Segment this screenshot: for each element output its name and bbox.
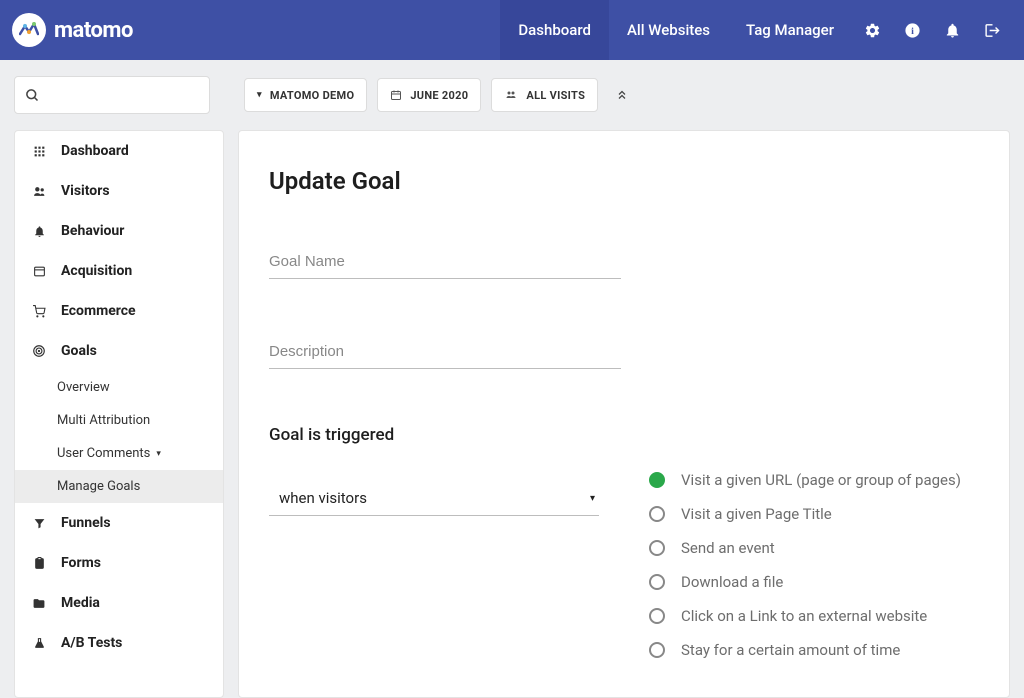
radio-icon [649, 642, 665, 658]
sidebar-label: Acquisition [61, 263, 132, 279]
sidebar-item-dashboard[interactable]: Dashboard [15, 131, 223, 171]
chevron-down-icon: ▾ [590, 493, 595, 504]
settings-icon[interactable] [852, 0, 892, 60]
logo-icon [12, 13, 46, 47]
main-content: Update Goal Goal is triggered when visit… [238, 130, 1010, 698]
logout-icon[interactable] [972, 0, 1012, 60]
sidebar-label: Ecommerce [61, 303, 136, 319]
radio-label: Visit a given Page Title [681, 505, 832, 523]
goal-name-field [269, 245, 621, 279]
sidebar-sub-multi-attribution[interactable]: Multi Attribution [15, 404, 223, 437]
sidebar-item-ecommerce[interactable]: Ecommerce [15, 291, 223, 331]
funnel-icon [31, 517, 47, 530]
sidebar-label: Media [61, 595, 100, 611]
browser-icon [31, 265, 47, 278]
radio-stay-time[interactable]: Stay for a certain amount of time [649, 641, 961, 659]
sidebar-item-visitors[interactable]: Visitors [15, 171, 223, 211]
sidebar-label: Funnels [61, 515, 111, 531]
radio-visit-url[interactable]: Visit a given URL (page or group of page… [649, 471, 961, 489]
target-icon [31, 344, 47, 358]
main-layout: Dashboard Visitors Behaviour Acquisition… [0, 130, 1024, 698]
trigger-dropdown[interactable]: when visitors ▾ [269, 481, 599, 516]
clipboard-icon [31, 557, 47, 570]
chevron-down-icon: ▾ [156, 449, 161, 459]
folder-icon [31, 597, 47, 610]
flask-icon [31, 637, 47, 650]
search-input[interactable] [14, 76, 210, 114]
sidebar-sub-user-comments[interactable]: User Comments ▾ [15, 437, 223, 470]
trigger-dropdown-label: when visitors [279, 489, 367, 507]
top-navbar: matomo Dashboard All Websites Tag Manage… [0, 0, 1024, 60]
nav-all-websites[interactable]: All Websites [609, 0, 728, 60]
segment-selector[interactable]: ALL VISITS [491, 78, 598, 112]
period-selector[interactable]: JUNE 2020 [377, 78, 481, 112]
sidebar-item-behaviour[interactable]: Behaviour [15, 211, 223, 251]
trigger-row: when visitors ▾ Visit a given URL (page … [269, 481, 979, 659]
sidebar-label: Goals [61, 343, 97, 359]
toolbar-row: ▾ MATOMO DEMO JUNE 2020 ALL VISITS [0, 60, 1024, 130]
goal-name-input[interactable] [269, 245, 621, 279]
trigger-radio-list: Visit a given URL (page or group of page… [649, 471, 961, 659]
sidebar-label: A/B Tests [61, 635, 122, 651]
sidebar-label: Dashboard [61, 143, 129, 159]
sidebar-item-acquisition[interactable]: Acquisition [15, 251, 223, 291]
radio-icon [649, 472, 665, 488]
sidebar-sub-overview[interactable]: Overview [15, 371, 223, 404]
radio-label: Click on a Link to an external website [681, 607, 927, 625]
radio-send-event[interactable]: Send an event [649, 539, 961, 557]
brand-name: matomo [54, 18, 133, 43]
visitors-icon [31, 185, 47, 198]
period-selector-label: JUNE 2020 [410, 89, 468, 102]
radio-label: Send an event [681, 539, 775, 557]
sidebar-sub-manage-goals[interactable]: Manage Goals [15, 470, 223, 503]
radio-download-file[interactable]: Download a file [649, 573, 961, 591]
sidebar-label: Visitors [61, 183, 110, 199]
expand-icon[interactable] [608, 78, 636, 112]
description-field [269, 335, 621, 369]
info-icon[interactable]: i [892, 0, 932, 60]
sidebar-item-media[interactable]: Media [15, 583, 223, 623]
nav-tag-manager[interactable]: Tag Manager [728, 0, 852, 60]
site-selector-label: MATOMO DEMO [270, 89, 355, 102]
radio-label: Download a file [681, 573, 783, 591]
sidebar-item-ab-tests[interactable]: A/B Tests [15, 623, 223, 663]
radio-visit-page-title[interactable]: Visit a given Page Title [649, 505, 961, 523]
site-selector[interactable]: ▾ MATOMO DEMO [244, 78, 367, 112]
notifications-icon[interactable] [932, 0, 972, 60]
sidebar-label: Behaviour [61, 223, 124, 239]
svg-text:i: i [911, 26, 914, 37]
bell-icon [31, 225, 47, 238]
sidebar-item-goals[interactable]: Goals [15, 331, 223, 371]
radio-icon [649, 608, 665, 624]
grid-icon [31, 145, 47, 158]
cart-icon [31, 305, 47, 318]
sidebar-item-forms[interactable]: Forms [15, 543, 223, 583]
trigger-heading: Goal is triggered [269, 425, 979, 445]
radio-icon [649, 506, 665, 522]
radio-icon [649, 574, 665, 590]
radio-label: Stay for a certain amount of time [681, 641, 900, 659]
segment-selector-label: ALL VISITS [526, 89, 585, 102]
radio-icon [649, 540, 665, 556]
radio-click-external[interactable]: Click on a Link to an external website [649, 607, 961, 625]
brand-logo[interactable]: matomo [12, 13, 133, 47]
description-input[interactable] [269, 335, 621, 369]
page-title: Update Goal [269, 167, 979, 195]
sidebar: Dashboard Visitors Behaviour Acquisition… [14, 130, 224, 698]
nav-dashboard[interactable]: Dashboard [500, 0, 609, 60]
sidebar-item-funnels[interactable]: Funnels [15, 503, 223, 543]
radio-label: Visit a given URL (page or group of page… [681, 471, 961, 489]
sidebar-label: Forms [61, 555, 101, 571]
